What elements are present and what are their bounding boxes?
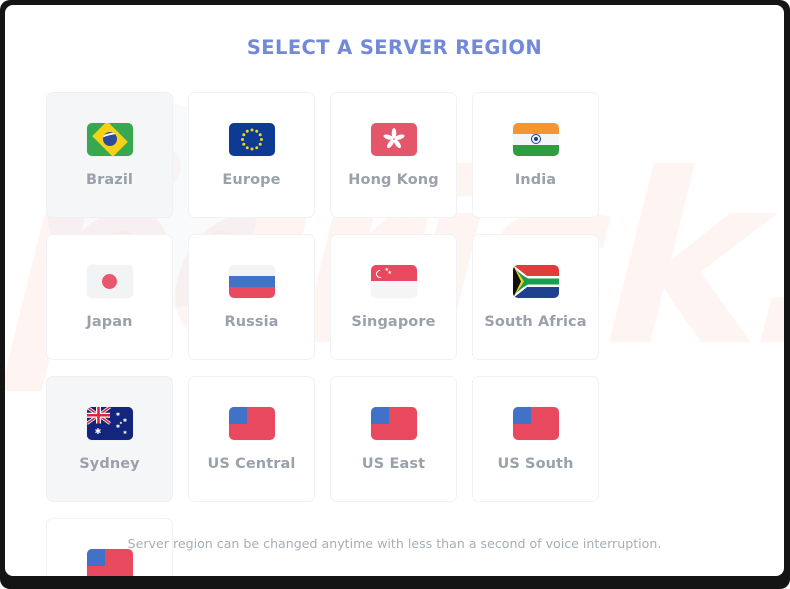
dialog-panel: pcrisk.com SELECT A SERVER REGION Brazil… xyxy=(5,5,784,576)
europe-flag-icon xyxy=(228,122,275,156)
region-card-label: Russia xyxy=(224,313,279,330)
region-card-us-east[interactable]: US East xyxy=(330,376,457,502)
hong-kong-flag-icon xyxy=(370,122,417,156)
region-card-singapore[interactable]: ★ ★ Singapore xyxy=(330,234,457,360)
region-card-label: South Africa xyxy=(484,313,587,330)
region-card-label: US Central xyxy=(207,455,296,472)
region-card-label: Brazil xyxy=(86,171,133,188)
window-frame: pcrisk.com SELECT A SERVER REGION Brazil… xyxy=(0,0,790,589)
region-card-south-africa[interactable]: South Africa xyxy=(472,234,599,360)
south-africa-flag-icon xyxy=(512,264,559,298)
japan-flag-icon xyxy=(86,264,133,298)
region-card-hong-kong[interactable]: Hong Kong xyxy=(330,92,457,218)
region-card-sydney[interactable]: ✱ ✱ ✱ ✱ ✱ ✱ Sydney xyxy=(46,376,173,502)
region-card-label: Sydney xyxy=(79,455,140,472)
dialog-content: SELECT A SERVER REGION Brazil Europe Hong … xyxy=(5,5,784,576)
region-card-label: Singapore xyxy=(351,313,436,330)
region-card-brazil[interactable]: Brazil xyxy=(46,92,173,218)
region-card-japan[interactable]: Japan xyxy=(46,234,173,360)
usa-flag-icon xyxy=(512,406,559,440)
svg-text:✱: ✱ xyxy=(119,421,122,425)
svg-text:✱: ✱ xyxy=(123,430,127,436)
russia-flag-icon xyxy=(228,264,275,298)
region-card-india[interactable]: India xyxy=(472,92,599,218)
brazil-flag-icon xyxy=(86,122,133,156)
region-card-label: US East xyxy=(361,455,426,472)
usa-flag-icon xyxy=(228,406,275,440)
singapore-flag-icon: ★ ★ xyxy=(370,264,417,298)
svg-text:✱: ✱ xyxy=(94,427,101,436)
region-card-us-south[interactable]: US South xyxy=(472,376,599,502)
server-region-grid: Brazil Europe Hong Kong India Japan Russia ★ ★ S… xyxy=(46,92,746,576)
region-card-label: Europe xyxy=(222,171,281,188)
usa-flag-icon xyxy=(370,406,417,440)
region-card-europe[interactable]: Europe xyxy=(188,92,315,218)
region-card-label: Japan xyxy=(86,313,133,330)
region-card-russia[interactable]: Russia xyxy=(188,234,315,360)
region-card-label: Hong Kong xyxy=(348,171,439,188)
page-title: SELECT A SERVER REGION xyxy=(246,36,543,59)
footer-note: Server region can be changed anytime wit… xyxy=(127,536,662,551)
region-card-label: India xyxy=(514,171,557,188)
india-flag-icon xyxy=(512,122,559,156)
region-card-label: US South xyxy=(497,455,574,472)
region-card-us-central[interactable]: US Central xyxy=(188,376,315,502)
australia-flag-icon: ✱ ✱ ✱ ✱ ✱ ✱ xyxy=(86,406,133,440)
usa-flag-icon xyxy=(86,548,133,576)
